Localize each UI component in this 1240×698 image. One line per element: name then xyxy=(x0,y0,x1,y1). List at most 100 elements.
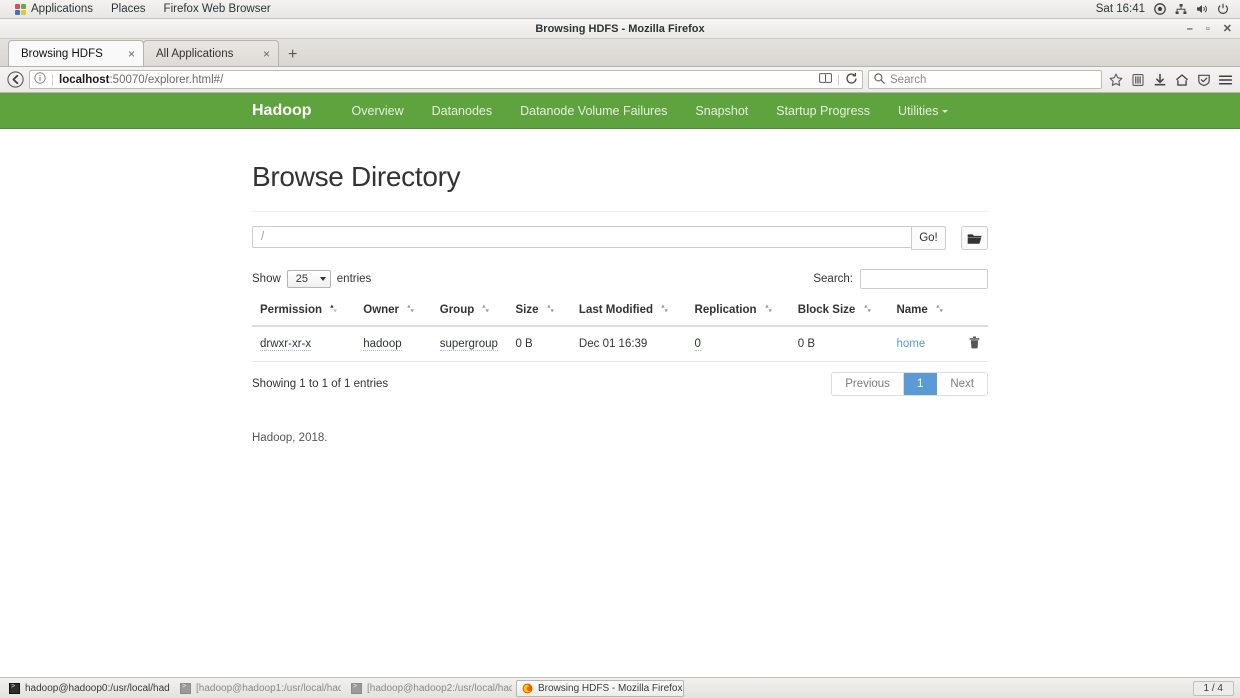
url-host: localhost xyxy=(59,73,110,86)
reader-mode-icon[interactable] xyxy=(819,72,832,87)
replication-value[interactable]: 0 xyxy=(694,338,701,351)
firefox-web-browser-menu[interactable]: Firefox Web Browser xyxy=(155,0,280,19)
close-icon[interactable]: × xyxy=(128,47,135,61)
page-footer: Hadoop, 2018. xyxy=(252,432,328,444)
taskbar-item-firefox[interactable]: Browsing HDFS - Mozilla Firefox xyxy=(516,679,684,697)
column-label: Name xyxy=(896,304,928,317)
maximize-button[interactable]: ▫ xyxy=(1206,23,1210,35)
group-value[interactable]: supergroup xyxy=(439,338,498,351)
chevron-down-icon xyxy=(319,277,326,281)
column-header-group[interactable]: Group xyxy=(431,299,508,327)
nav-item-utilities-label: Utilities xyxy=(898,103,939,118)
table-head: Permission Owner Group Size Last Modifie… xyxy=(252,299,988,327)
datatable-controls: Show 25 entries Search: xyxy=(252,269,988,289)
new-tab-button[interactable]: + xyxy=(278,47,307,66)
tab-all-applications[interactable]: All Applications × xyxy=(143,40,279,66)
taskbar-item-hadoop0[interactable]: hadoop@hadoop0:/usr/local/hadoo... xyxy=(3,680,171,697)
nav-item-datanodes[interactable]: Datanodes xyxy=(418,104,506,118)
record-icon[interactable] xyxy=(1154,3,1166,15)
close-icon[interactable]: × xyxy=(263,47,270,61)
pagination: Previous 1 Next xyxy=(831,372,988,396)
nav-item-startup-progress[interactable]: Startup Progress xyxy=(762,104,884,118)
column-label: Permission xyxy=(260,304,322,317)
applications-menu[interactable]: Applications xyxy=(6,0,102,19)
menu-icon[interactable] xyxy=(1217,71,1234,89)
column-header-block-size[interactable]: Block Size xyxy=(789,299,889,327)
page-length-select[interactable]: 25 xyxy=(286,270,331,288)
column-header-last-modified[interactable]: Last Modified xyxy=(570,299,687,327)
places-menu[interactable]: Places xyxy=(102,0,155,19)
close-button[interactable]: ✕ xyxy=(1223,23,1232,35)
tab-title: Browsing HDFS xyxy=(21,47,103,60)
sort-icon xyxy=(481,303,497,317)
go-button[interactable]: Go! xyxy=(911,226,946,250)
window-list-taskbar: hadoop@hadoop0:/usr/local/hadoo... [hado… xyxy=(0,677,1240,698)
cell-size: 0 B xyxy=(507,326,571,362)
back-icon[interactable] xyxy=(6,71,24,89)
home-icon[interactable] xyxy=(1173,71,1190,89)
column-label: Last Modified xyxy=(578,304,654,317)
tab-browsing-hdfs[interactable]: Browsing HDFS × xyxy=(8,40,144,66)
column-header-replication[interactable]: Replication xyxy=(686,299,790,327)
places-menu-label: Places xyxy=(111,3,146,15)
column-header-name[interactable]: Name xyxy=(888,299,961,327)
pagination-page-1[interactable]: 1 xyxy=(903,373,938,395)
datatable-search-input[interactable] xyxy=(860,269,988,289)
downloads-icon[interactable] xyxy=(1151,71,1168,89)
column-label: Group xyxy=(439,304,475,317)
nav-item-overview[interactable]: Overview xyxy=(338,104,418,118)
file-name-link[interactable]: home xyxy=(896,338,925,350)
pagination-next[interactable]: Next xyxy=(937,373,987,395)
column-label: Block Size xyxy=(797,304,856,317)
title-divider xyxy=(252,211,988,212)
hadoop-brand-link[interactable]: Hadoop xyxy=(252,102,312,120)
taskbar-item-hadoop1[interactable]: [hadoop@hadoop1:/usr/local/hadoo... xyxy=(174,680,342,697)
library-icon[interactable] xyxy=(1129,71,1146,89)
path-input-group: / Go! xyxy=(252,226,988,250)
trash-icon[interactable] xyxy=(969,336,980,352)
taskbar-item-label: [hadoop@hadoop2:/usr/local/hadoo... xyxy=(367,682,513,694)
folder-open-icon[interactable] xyxy=(961,226,988,250)
network-icon[interactable] xyxy=(1175,3,1187,15)
terminal-icon xyxy=(180,682,191,694)
firefox-icon xyxy=(522,683,533,694)
nav-item-utilities[interactable]: Utilities xyxy=(884,104,962,118)
cell-replication: 0 xyxy=(686,326,790,362)
shield-icon[interactable] xyxy=(1195,71,1212,89)
column-header-owner[interactable]: Owner xyxy=(355,299,432,327)
window-controls: – ▫ ✕ xyxy=(1187,19,1232,39)
datatable-footer: Showing 1 to 1 of 1 entries Previous 1 N… xyxy=(252,372,988,396)
owner-value[interactable]: hadoop xyxy=(363,338,402,351)
taskbar-item-label: [hadoop@hadoop1:/usr/local/hadoo... xyxy=(196,682,342,694)
tab-strip: Browsing HDFS × All Applications × + xyxy=(0,39,1240,67)
permission-value[interactable]: drwxr-xr-x xyxy=(260,338,312,351)
window-title: Browsing HDFS - Mozilla Firefox xyxy=(535,22,705,35)
url-bar[interactable]: localhost:50070/explorer.html#/ xyxy=(29,70,863,89)
clock-label[interactable]: Sat 16:41 xyxy=(1096,3,1145,15)
search-bar[interactable]: Search xyxy=(868,70,1102,89)
workspace-switcher[interactable]: 1 / 4 xyxy=(1192,680,1234,696)
url-path: :50070/explorer.html#/ xyxy=(109,73,224,86)
table-header-row: Permission Owner Group Size Last Modifie… xyxy=(252,299,988,327)
system-tray: Sat 16:41 xyxy=(1096,3,1234,15)
taskbar-item-hadoop2[interactable]: [hadoop@hadoop2:/usr/local/hadoo... xyxy=(345,680,513,697)
bookmark-star-icon[interactable] xyxy=(1107,71,1124,89)
terminal-icon xyxy=(351,682,362,694)
column-header-size[interactable]: Size xyxy=(507,299,571,327)
terminal-icon xyxy=(9,682,20,694)
directory-path-input[interactable]: / xyxy=(252,226,911,248)
info-icon[interactable] xyxy=(34,72,46,87)
table-body: drwxr-xr-x hadoop supergroup 0 B Dec 01 … xyxy=(252,326,988,362)
nav-item-snapshot[interactable]: Snapshot xyxy=(681,104,762,118)
cell-group: supergroup xyxy=(431,326,508,362)
pagination-previous[interactable]: Previous xyxy=(832,373,904,395)
power-icon[interactable] xyxy=(1217,3,1229,15)
minimize-button[interactable]: – xyxy=(1187,23,1193,35)
nav-item-datanode-volume-failures[interactable]: Datanode Volume Failures xyxy=(506,104,681,118)
column-header-permission[interactable]: Permission xyxy=(252,299,356,327)
volume-icon[interactable] xyxy=(1196,3,1208,15)
file-listing-table: Permission Owner Group Size Last Modifie… xyxy=(252,299,988,362)
column-label: Replication xyxy=(694,304,757,317)
reload-icon[interactable] xyxy=(845,72,858,88)
sort-icon xyxy=(764,303,780,317)
